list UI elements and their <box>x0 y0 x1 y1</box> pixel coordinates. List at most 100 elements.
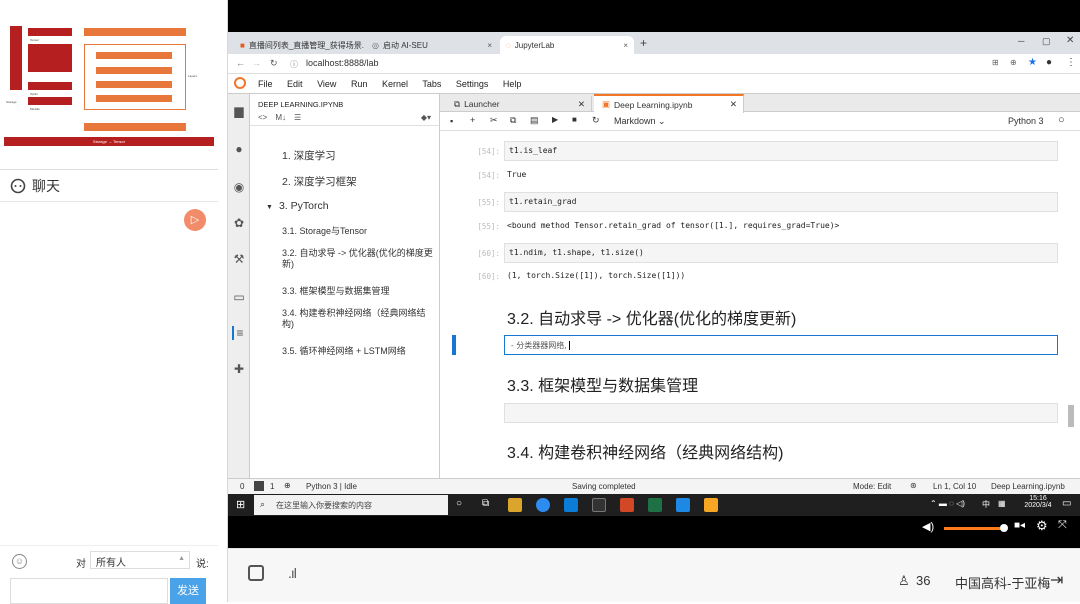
keyboard-icon[interactable]: ▦ <box>998 499 1006 508</box>
save-icon[interactable]: ▪ <box>450 116 453 126</box>
explorer-app-icon[interactable] <box>508 498 522 512</box>
kernel-name[interactable]: Python 3 <box>1008 116 1044 126</box>
terminal-app-icon[interactable] <box>592 498 606 512</box>
markdown-heading[interactable]: 3.3. 框架模型与数据集管理 <box>507 372 698 396</box>
chat-input[interactable] <box>10 578 168 604</box>
close-icon[interactable]: ✕ <box>730 99 737 110</box>
browser-tab-active[interactable]: ◌ JupyterLab × <box>500 36 634 54</box>
menu-file[interactable]: File <box>258 79 273 89</box>
taskbar-clock[interactable]: 15:16 2020/3/4 <box>1018 495 1058 509</box>
vscode-app-icon[interactable] <box>564 498 578 512</box>
more-icon[interactable]: ⋮ <box>1066 57 1076 68</box>
list-icon[interactable]: ☰ <box>294 113 301 122</box>
forward-icon[interactable]: → <box>252 58 261 68</box>
maximize-icon[interactable]: ▢ <box>1042 36 1051 47</box>
mode-status[interactable]: Mode: Edit <box>853 482 891 491</box>
layout-icon[interactable] <box>248 565 264 581</box>
restart-icon[interactable]: ↻ <box>592 115 600 126</box>
copy-icon[interactable]: ⧉ <box>510 115 516 126</box>
star-icon[interactable]: ★ <box>1028 57 1037 68</box>
toc-subitem[interactable]: 3.2. 自动求导 -> 优化器(优化的梯度更新) <box>282 248 436 270</box>
code-toggle[interactable]: <> <box>258 113 267 122</box>
camera-icon[interactable]: ■◂ <box>1014 520 1025 531</box>
slide-thumbnail[interactable]: Layers Tensor Storage Optim Module Stora… <box>0 0 218 170</box>
exit-icon[interactable]: ⇥ <box>1050 570 1063 590</box>
toc-item[interactable]: 1. 深度学习 <box>282 148 336 163</box>
notebook-tab-active[interactable]: ▣ Deep Learning.ipynb ✕ <box>594 94 744 113</box>
code-cell[interactable]: t1.retain_grad <box>504 192 1058 212</box>
toc-icon[interactable]: ≡ <box>232 326 246 340</box>
palette-icon[interactable]: ✿ <box>232 216 246 230</box>
empty-cell[interactable] <box>504 403 1058 423</box>
cell-type-select[interactable]: Markdown ⌄ <box>614 116 666 127</box>
minimize-icon[interactable]: ─ <box>1018 36 1024 46</box>
emoji-icon[interactable]: ☺ <box>12 554 27 569</box>
sublime-app-icon[interactable] <box>704 498 718 512</box>
menu-help[interactable]: Help <box>503 79 522 89</box>
notification-icon[interactable]: ▭ <box>1062 498 1071 509</box>
address-url[interactable]: localhost:8888/lab <box>306 58 379 68</box>
menu-kernel[interactable]: Kernel <box>382 79 408 89</box>
toc-subitem[interactable]: 3.1. Storage与Tensor <box>282 226 432 237</box>
caret-down-icon[interactable]: ▼ <box>266 204 273 211</box>
extension-icon[interactable]: ✚ <box>232 362 246 376</box>
volume-icon[interactable]: ◀) <box>922 520 934 533</box>
reload-icon[interactable]: ↻ <box>270 58 278 69</box>
audience-select[interactable]: 所有人 ▲ <box>90 551 190 569</box>
folder-icon[interactable]: ▆ <box>232 104 246 118</box>
running-icon[interactable]: ◉ <box>232 180 246 194</box>
editing-markdown-cell[interactable]: - 分类器器网络, <box>504 335 1058 355</box>
gear-icon[interactable]: ⚙ <box>1036 518 1048 534</box>
toc-subitem[interactable]: 3.3. 框架模型与数据集管理 <box>282 286 432 297</box>
stop-icon[interactable]: ■ <box>572 115 577 124</box>
markdown-heading[interactable]: 3.4. 构建卷积神经网络（经典网络结构) <box>507 439 783 463</box>
browser-tab[interactable]: ■ 直播间列表_直播管理_获得场景... × <box>234 36 364 54</box>
close-icon[interactable]: ✕ <box>578 99 585 110</box>
browser-tab[interactable]: ◎ 启动 AI-SEU × <box>366 36 498 54</box>
volume-slider[interactable] <box>944 527 1002 530</box>
wrench-icon[interactable]: ⚒ <box>232 252 246 266</box>
code-cell[interactable]: t1.is_leaf <box>504 141 1058 161</box>
toc-item[interactable]: 2. 深度学习框架 <box>282 174 357 189</box>
menu-edit[interactable]: Edit <box>287 79 303 89</box>
scrollbar-thumb[interactable] <box>1068 405 1074 427</box>
code-cell[interactable]: t1.ndim, t1.shape, t1.size() <box>504 243 1058 263</box>
excel-app-icon[interactable] <box>648 498 662 512</box>
chrome-app-icon[interactable] <box>536 498 550 512</box>
launcher-tab[interactable]: ⧉ Launcher ✕ <box>446 96 592 112</box>
paste-icon[interactable]: ▤ <box>530 115 539 126</box>
kernel-status[interactable]: Python 3 | Idle <box>306 482 357 491</box>
toc-item[interactable]: ▼ 3. PyTorch <box>266 200 329 212</box>
fullscreen-icon[interactable]: ⤧ <box>1058 519 1067 532</box>
menu-run[interactable]: Run <box>351 79 368 89</box>
cursor-position[interactable]: Ln 1, Col 10 <box>933 482 976 491</box>
task-view-icon[interactable]: ⧉ <box>482 498 489 509</box>
menu-tabs[interactable]: Tabs <box>422 79 441 89</box>
tag-icon[interactable]: ◆▾ <box>421 113 431 122</box>
onedrive-app-icon[interactable] <box>676 498 690 512</box>
back-icon[interactable]: ← <box>236 58 245 68</box>
ime-indicator[interactable]: 中 <box>982 499 990 510</box>
settings-icon[interactable]: ⊕ <box>284 481 291 490</box>
send-button[interactable]: 发送 <box>170 578 206 604</box>
menu-view[interactable]: View <box>317 79 336 89</box>
menu-settings[interactable]: Settings <box>456 79 489 89</box>
cut-icon[interactable]: ✂ <box>490 115 498 126</box>
toc-subitem[interactable]: 3.5. 循环神经网络 + LSTM网络 <box>282 346 436 357</box>
powerpoint-app-icon[interactable] <box>620 498 634 512</box>
profile-icon[interactable]: ● <box>1046 57 1052 68</box>
cortana-icon[interactable]: ○ <box>456 498 462 509</box>
volume-handle[interactable] <box>1000 524 1008 532</box>
windows-start-icon[interactable]: ⊞ <box>236 498 245 511</box>
close-icon[interactable]: × <box>623 41 628 50</box>
tabs-icon[interactable]: ▭ <box>232 290 246 304</box>
zoom-icon[interactable]: ⊕ <box>1010 58 1017 67</box>
github-icon[interactable]: ● <box>232 142 246 156</box>
close-window-icon[interactable]: ✕ <box>1066 35 1074 46</box>
new-tab-icon[interactable]: + <box>640 36 647 50</box>
toc-subitem[interactable]: 3.4. 构建卷积神经网络（经典网络结构) <box>282 308 436 330</box>
add-cell-icon[interactable]: + <box>470 115 475 125</box>
run-icon[interactable]: ▶ <box>552 115 558 124</box>
taskbar-search[interactable]: ⌕ 在这里输入你要搜索的内容 <box>254 495 448 515</box>
markdown-toggle[interactable]: M↓ <box>275 113 286 122</box>
